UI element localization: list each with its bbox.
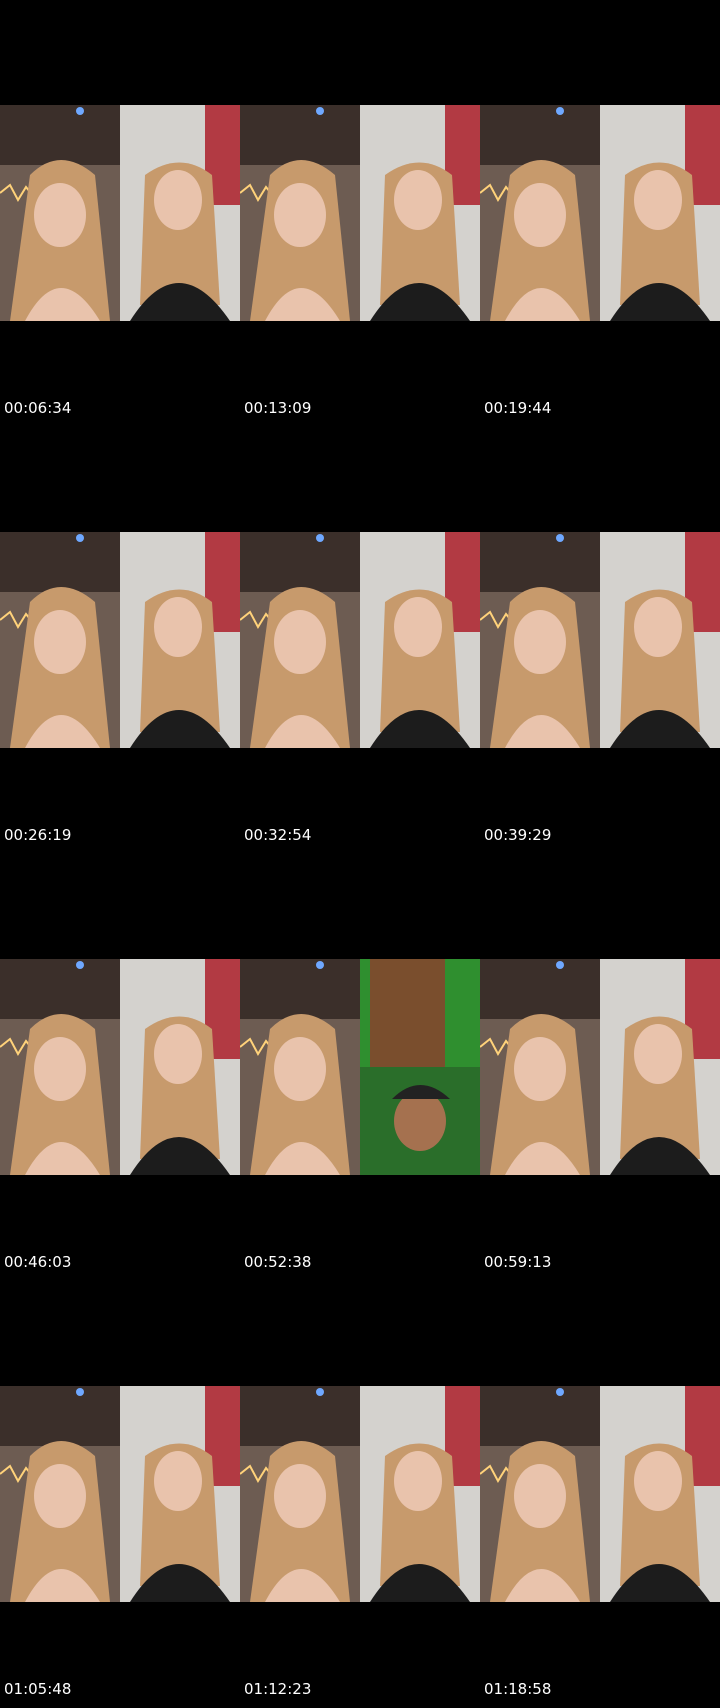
thumbnail-right-frame [600, 959, 720, 1175]
thumbnail-right-frame [360, 532, 480, 748]
thumbnail-timestamp: 01:05:48 [4, 1680, 72, 1698]
thumbnail-timestamp: 00:06:34 [4, 399, 72, 417]
thumbnail-timestamp: 00:32:54 [244, 826, 312, 844]
thumbnail-right-frame [120, 105, 240, 321]
video-thumbnail[interactable] [480, 105, 720, 321]
thumbnail-left-frame [240, 532, 360, 748]
thumbnail-timestamp: 00:19:44 [484, 399, 552, 417]
thumbnail-timestamp: 00:26:19 [4, 826, 72, 844]
thumbnail-right-frame [360, 1386, 480, 1602]
video-thumbnail[interactable] [480, 532, 720, 748]
video-thumbnail[interactable] [240, 959, 480, 1175]
video-thumbnail[interactable] [0, 532, 240, 748]
thumbnail-timestamp: 01:12:23 [244, 1680, 312, 1698]
thumbnail-right-frame [120, 1386, 240, 1602]
thumbnail-left-frame [0, 1386, 120, 1602]
video-thumbnail[interactable] [0, 1386, 240, 1602]
thumbnail-left-frame [240, 959, 360, 1175]
thumbnail-left-frame [240, 105, 360, 321]
video-thumbnail[interactable] [240, 532, 480, 748]
video-thumbnail[interactable] [480, 959, 720, 1175]
thumbnail-right-frame [360, 959, 480, 1175]
thumbnail-timestamp: 00:46:03 [4, 1253, 72, 1271]
thumbnail-left-frame [480, 959, 600, 1175]
video-thumbnail[interactable] [480, 1386, 720, 1602]
thumbnail-timestamp: 01:18:58 [484, 1680, 552, 1698]
thumbnail-left-frame [480, 1386, 600, 1602]
thumbnail-right-frame [600, 105, 720, 321]
thumbnail-left-frame [240, 1386, 360, 1602]
thumbnail-left-frame [480, 532, 600, 748]
thumbnail-right-frame [600, 532, 720, 748]
thumbnail-right-frame [120, 532, 240, 748]
thumbnail-left-frame [0, 959, 120, 1175]
thumbnail-right-frame [360, 105, 480, 321]
thumbnail-left-frame [0, 532, 120, 748]
contact-sheet: 00:06:34 00:13:09 00:19:44 00:26:19 00:32:54… [0, 0, 720, 1708]
thumbnail-left-frame [0, 105, 120, 321]
thumbnail-timestamp: 00:13:09 [244, 399, 312, 417]
thumbnail-timestamp: 00:59:13 [484, 1253, 552, 1271]
thumbnail-right-frame [120, 959, 240, 1175]
thumbnail-timestamp: 00:52:38 [244, 1253, 312, 1271]
thumbnail-timestamp: 00:39:29 [484, 826, 552, 844]
video-thumbnail[interactable] [240, 1386, 480, 1602]
video-thumbnail[interactable] [0, 959, 240, 1175]
video-thumbnail[interactable] [240, 105, 480, 321]
thumbnail-left-frame [480, 105, 600, 321]
thumbnail-right-frame [600, 1386, 720, 1602]
video-thumbnail[interactable] [0, 105, 240, 321]
